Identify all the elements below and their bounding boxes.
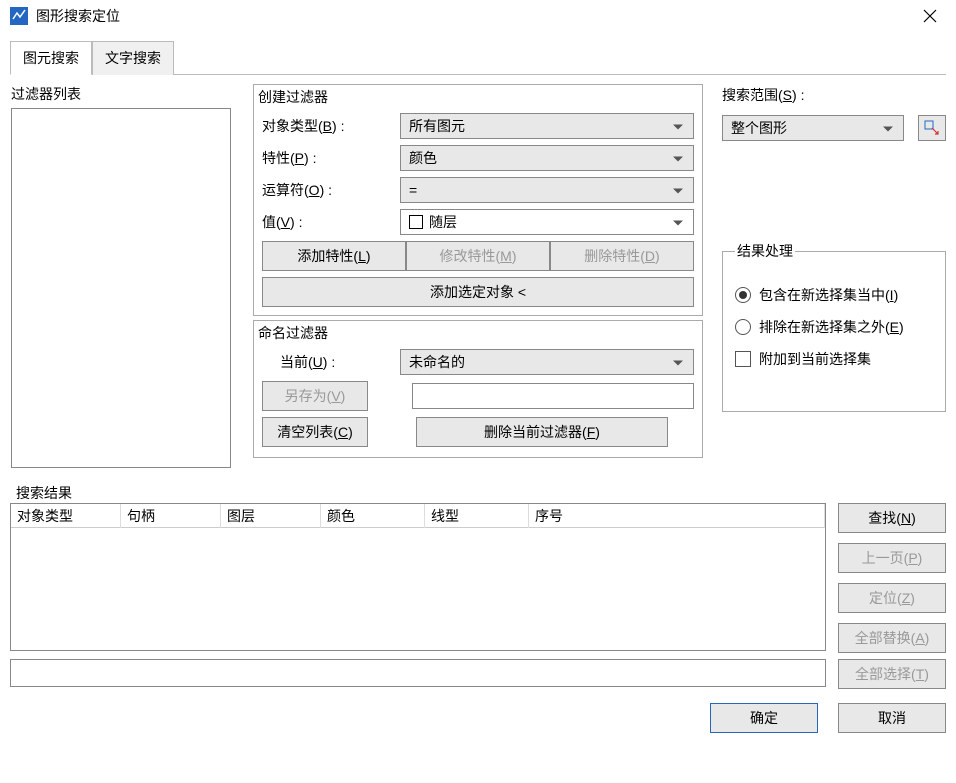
exclude-radio[interactable]: 排除在新选择集之外(E) (735, 317, 933, 337)
search-range-label: 搜索范围(S) : (722, 85, 946, 105)
object-type-label: 对象类型(B) : (262, 116, 400, 136)
select-all-button[interactable]: 全部选择(T) (838, 659, 946, 689)
results-status-input[interactable] (10, 659, 826, 687)
modify-property-button[interactable]: 修改特性(M) (406, 241, 550, 271)
col-color[interactable]: 颜色 (321, 504, 425, 528)
bylayer-swatch-icon (409, 215, 423, 229)
result-handling-legend: 结果处理 (735, 241, 795, 261)
filter-list-box[interactable] (11, 108, 231, 468)
search-results-table[interactable]: 对象类型 句柄 图层 颜色 线型 序号 (10, 503, 826, 651)
window-title: 图形搜索定位 (36, 6, 120, 26)
radio-icon (735, 319, 751, 335)
add-selected-objects-button[interactable]: 添加选定对象 < (262, 277, 694, 307)
current-filter-label: 当前(U) : (262, 352, 400, 372)
pick-objects-button[interactable] (918, 115, 946, 141)
operator-label: 运算符(O) : (262, 180, 400, 200)
include-radio[interactable]: 包含在新选择集当中(I) (735, 285, 933, 305)
value-select[interactable]: 随层 (400, 209, 694, 235)
append-checkbox[interactable]: 附加到当前选择集 (735, 349, 933, 369)
col-object-type[interactable]: 对象类型 (11, 504, 121, 528)
create-filter-legend: 创建过滤器 (254, 85, 702, 107)
property-select[interactable]: 颜色 (400, 145, 694, 171)
tab-entity-search[interactable]: 图元搜索 (10, 41, 92, 75)
close-button[interactable] (914, 4, 946, 28)
operator-select[interactable]: = (400, 177, 694, 203)
col-index[interactable]: 序号 (529, 504, 825, 528)
prev-page-button[interactable]: 上一页(P) (838, 543, 946, 573)
property-label: 特性(P) : (262, 148, 400, 168)
checkbox-icon (735, 351, 751, 367)
find-button[interactable]: 查找(N) (838, 503, 946, 533)
locate-button[interactable]: 定位(Z) (838, 583, 946, 613)
name-filter-legend: 命名过滤器 (254, 321, 702, 343)
ok-button[interactable]: 确定 (710, 703, 818, 733)
col-linetype[interactable]: 线型 (425, 504, 529, 528)
app-icon (10, 7, 28, 25)
add-property-button[interactable]: 添加特性(L) (262, 241, 406, 271)
save-as-button[interactable]: 另存为(V) (262, 381, 368, 411)
delete-property-button[interactable]: 删除特性(D) (550, 241, 694, 271)
col-layer[interactable]: 图层 (221, 504, 321, 528)
search-results-legend: 搜索结果 (14, 483, 74, 503)
current-filter-select[interactable]: 未命名的 (400, 349, 694, 375)
clear-list-button[interactable]: 清空列表(C) (262, 417, 368, 447)
value-label: 值(V) : (262, 212, 400, 232)
search-range-select[interactable]: 整个图形 (722, 115, 904, 141)
tab-text-search[interactable]: 文字搜索 (92, 41, 174, 75)
filter-name-input[interactable] (412, 383, 694, 409)
object-type-select[interactable]: 所有图元 (400, 113, 694, 139)
replace-all-button[interactable]: 全部替换(A) (838, 623, 946, 653)
radio-icon (735, 287, 751, 303)
delete-current-filter-button[interactable]: 删除当前过滤器(F) (416, 417, 668, 447)
filter-list-label: 过滤器列表 (11, 84, 247, 104)
col-handle[interactable]: 句柄 (121, 504, 221, 528)
cancel-button[interactable]: 取消 (838, 703, 946, 733)
